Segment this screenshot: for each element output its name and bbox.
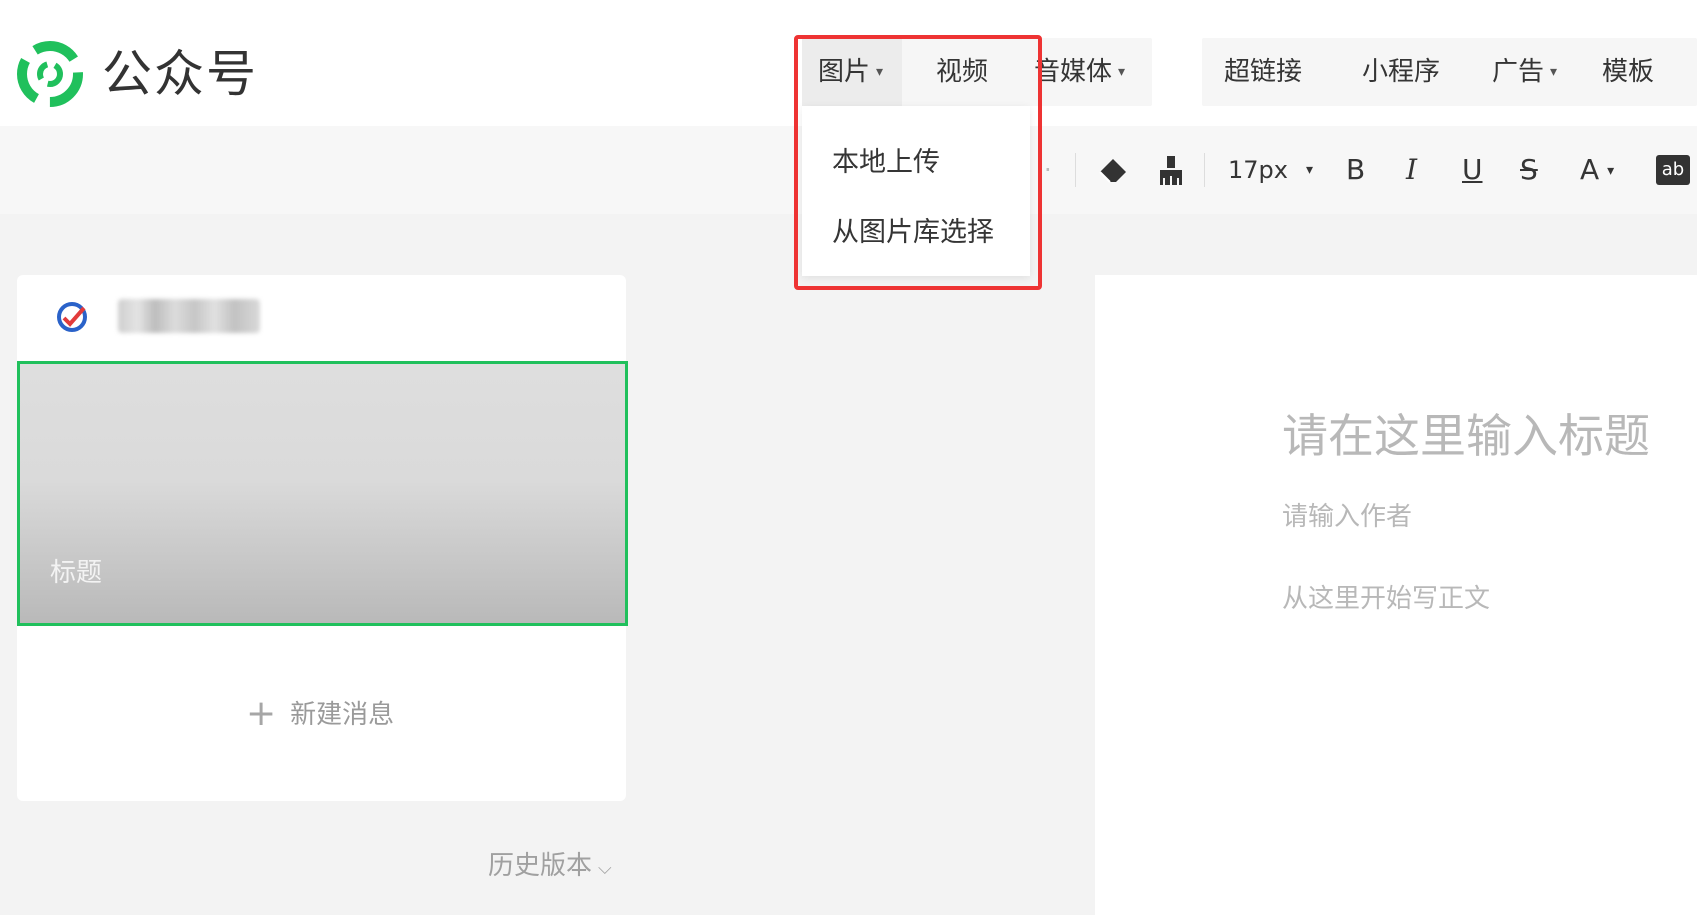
dropdown-item-library[interactable]: 从图片库选择	[832, 210, 994, 249]
menu-audio-dropdown-icon: ▾	[1118, 64, 1126, 80]
new-message-button[interactable]: + 新建消息	[246, 692, 394, 735]
body-editor[interactable]: 从这里开始写正文	[1282, 578, 1490, 615]
insert-menu-group-media: 图片 ▾ 视频 音媒体 ▾	[802, 38, 1152, 106]
logo-icon	[17, 41, 83, 107]
title-input[interactable]: 请在这里输入标题	[1282, 400, 1650, 466]
menu-ad-label: 广告	[1492, 57, 1545, 87]
history-label: 历史版本	[488, 851, 593, 881]
font-size-value: 17px	[1228, 156, 1288, 184]
font-color-label: A	[1580, 153, 1600, 186]
menu-image-label: 图片	[818, 57, 871, 87]
toolbar-trailing-mark: ·	[1044, 156, 1052, 184]
font-color-dropdown-icon: ▾	[1607, 163, 1615, 179]
history-version-button[interactable]: 历史版本 ⌵	[488, 845, 612, 882]
insert-menu-group-other: 超链接 小程序 广告 ▾ 模板	[1202, 38, 1697, 106]
font-color-button[interactable]: A ▾	[1580, 126, 1614, 214]
account-name-blurred	[118, 299, 260, 333]
menu-ad-dropdown-icon: ▾	[1550, 64, 1558, 80]
strikethrough-button[interactable]: S	[1520, 126, 1538, 214]
toolbar-divider	[1204, 153, 1205, 187]
image-dropdown-menu: 本地上传 从图片库选择	[802, 106, 1030, 276]
italic-button[interactable]: I	[1406, 126, 1417, 214]
article-cover[interactable]: 标题	[17, 361, 628, 626]
menu-ad[interactable]: 广告 ▾	[1492, 38, 1557, 106]
brand-name: 公众号	[102, 45, 258, 103]
font-size-dropdown-icon: ▾	[1305, 162, 1314, 178]
menu-miniprogram[interactable]: 小程序	[1362, 38, 1440, 106]
menu-image[interactable]: 图片 ▾	[802, 38, 902, 106]
dropdown-item-local-upload[interactable]: 本地上传	[832, 140, 940, 179]
account-avatar-icon	[57, 302, 87, 332]
underline-button[interactable]: U	[1462, 126, 1483, 214]
bold-button[interactable]: B	[1346, 126, 1365, 214]
menu-video[interactable]: 视频	[936, 38, 988, 106]
new-message-label: 新建消息	[290, 700, 395, 730]
menu-audio-label: 音媒体	[1034, 57, 1113, 87]
font-size-select[interactable]: 17px ▾	[1228, 126, 1313, 214]
menu-audio[interactable]: 音媒体 ▾	[1034, 38, 1125, 106]
toolbar-divider	[1075, 153, 1076, 187]
cover-title: 标题	[50, 558, 103, 588]
background-color-button[interactable]: ab	[1656, 155, 1690, 185]
menu-template[interactable]: 模板	[1602, 38, 1654, 106]
menu-image-dropdown-icon: ▾	[876, 64, 884, 80]
menu-hyperlink[interactable]: 超链接	[1224, 38, 1302, 106]
eraser-icon[interactable]	[1096, 154, 1130, 188]
plus-icon: +	[246, 693, 277, 734]
author-input[interactable]: 请输入作者	[1282, 496, 1412, 533]
format-brush-icon[interactable]	[1156, 154, 1186, 188]
chevron-down-icon: ⌵	[598, 858, 612, 879]
